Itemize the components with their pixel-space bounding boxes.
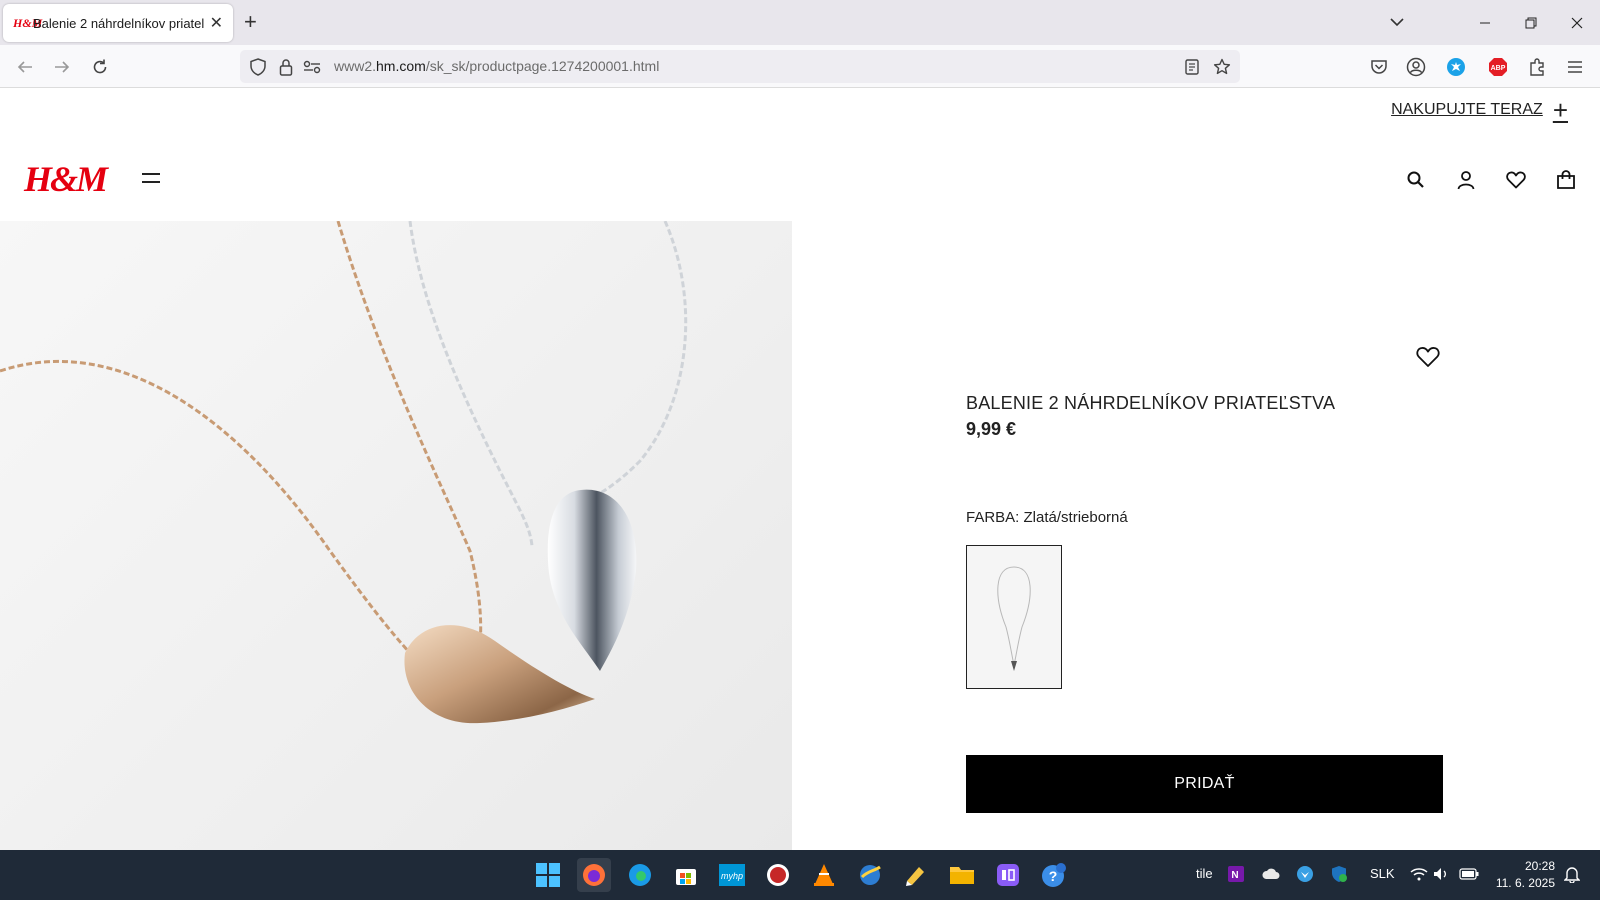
browser-tab-bar: H&M Balenie 2 náhrdelníkov priateľstv ✕ …	[0, 0, 1600, 45]
shopping-bag-icon[interactable]	[1554, 168, 1578, 192]
microsoft-store-icon[interactable]	[669, 858, 703, 892]
url-text[interactable]: www2.hm.com/sk_sk/productpage.1274200001…	[334, 58, 659, 74]
color-swatch[interactable]	[966, 545, 1062, 689]
svg-text:ABP: ABP	[1491, 65, 1506, 72]
clock-date: 11. 6. 2025	[1495, 876, 1555, 890]
add-to-cart-button[interactable]: PRIDAŤ	[966, 755, 1443, 813]
windows-start-icon[interactable]	[531, 858, 565, 892]
clock-time: 20:28	[1524, 859, 1555, 873]
color-label: FARBA: Zlatá/strieborná	[966, 509, 1128, 526]
shield-icon[interactable]	[248, 57, 268, 77]
minimize-icon[interactable]	[1472, 10, 1498, 36]
account-icon[interactable]	[1454, 168, 1478, 192]
tab-title: Balenie 2 náhrdelníkov priateľstv	[33, 15, 204, 31]
tray-tile-text[interactable]: tile	[1196, 866, 1213, 881]
svg-text:?: ?	[1049, 868, 1058, 884]
product-image[interactable]	[0, 221, 792, 850]
myhp-icon[interactable]: myhp	[715, 858, 749, 892]
browser-nav-bar: www2.hm.com/sk_sk/productpage.1274200001…	[0, 45, 1600, 88]
pocket-icon[interactable]	[1367, 55, 1391, 79]
lock-icon[interactable]	[276, 57, 296, 77]
onenote-icon[interactable]: N	[1224, 862, 1248, 886]
adblock-plus-icon[interactable]: ABP	[1486, 55, 1510, 79]
hm-logo[interactable]: H&M	[24, 158, 108, 200]
reload-icon[interactable]	[89, 56, 111, 78]
permissions-icon[interactable]	[302, 57, 322, 77]
hamburger-icon[interactable]	[142, 173, 160, 185]
url-path: /sk_sk/productpage.1274200001.html	[425, 58, 660, 74]
restore-icon[interactable]	[1518, 10, 1544, 36]
shop-now-link[interactable]: NAKUPUJTE TERAZ +	[1391, 95, 1568, 125]
url-prefix: www2.	[334, 58, 377, 74]
search-icon[interactable]	[1404, 168, 1428, 192]
svg-text:myhp: myhp	[721, 871, 743, 881]
volume-icon[interactable]	[1430, 862, 1454, 886]
extension-fox-icon[interactable]	[1444, 55, 1468, 79]
product-title: BALENIE 2 NÁHRDELNÍKOV PRIATEĽSTVA	[966, 393, 1336, 413]
extensions-icon[interactable]	[1525, 55, 1549, 79]
menu-icon[interactable]	[1563, 55, 1587, 79]
app-blue-yellow-icon[interactable]	[853, 858, 887, 892]
hm-favicon-icon: H&M	[13, 15, 43, 30]
web-page: NAKUPUJTE TERAZ + H&M BALENIE 2 NÁHRDELN…	[0, 88, 1600, 850]
url-bar[interactable]: www2.hm.com/sk_sk/productpage.1274200001…	[240, 50, 1240, 83]
close-tab-icon[interactable]: ✕	[210, 13, 223, 33]
new-tab-button[interactable]: +	[244, 10, 257, 34]
url-host: hm.com	[376, 58, 426, 74]
battery-icon[interactable]	[1457, 862, 1481, 886]
system-clock[interactable]: 20:28 11. 6. 2025	[1487, 858, 1555, 892]
forward-icon[interactable]	[51, 56, 73, 78]
reader-view-icon[interactable]	[1182, 57, 1202, 77]
browser-tab[interactable]: H&M Balenie 2 náhrdelníkov priateľstv ✕	[3, 4, 233, 42]
notification-bell-icon[interactable]	[1560, 862, 1584, 886]
account-icon[interactable]	[1404, 55, 1428, 79]
windows-taskbar: myhp ? tile N SLK 20:28 11. 6. 2025	[0, 850, 1600, 900]
bookmark-star-icon[interactable]	[1212, 57, 1232, 77]
app-purple-icon[interactable]	[991, 858, 1025, 892]
wifi-icon[interactable]	[1407, 862, 1431, 886]
product-price: 9,99 €	[966, 419, 1017, 439]
heart-icon[interactable]	[1504, 168, 1528, 192]
language-indicator[interactable]: SLK	[1370, 866, 1395, 881]
plus-icon: +	[1552, 95, 1568, 125]
file-explorer-icon[interactable]	[945, 858, 979, 892]
edge-icon[interactable]	[623, 858, 657, 892]
svg-text:N: N	[1231, 870, 1238, 881]
firefox-icon[interactable]	[577, 858, 611, 892]
tray-app-icon[interactable]	[1293, 862, 1317, 886]
chevron-down-icon[interactable]	[1387, 12, 1407, 32]
onedrive-icon[interactable]	[1259, 862, 1283, 886]
shop-now-label: NAKUPUJTE TERAZ	[1391, 101, 1543, 118]
app-red-icon[interactable]	[761, 858, 795, 892]
help-icon[interactable]: ?	[1037, 858, 1071, 892]
close-window-icon[interactable]	[1564, 10, 1590, 36]
add-to-favorites-heart-icon[interactable]	[1416, 346, 1442, 372]
back-icon[interactable]	[14, 56, 36, 78]
defender-shield-icon[interactable]	[1327, 862, 1351, 886]
app-pen-icon[interactable]	[899, 858, 933, 892]
vlc-icon[interactable]	[807, 858, 841, 892]
